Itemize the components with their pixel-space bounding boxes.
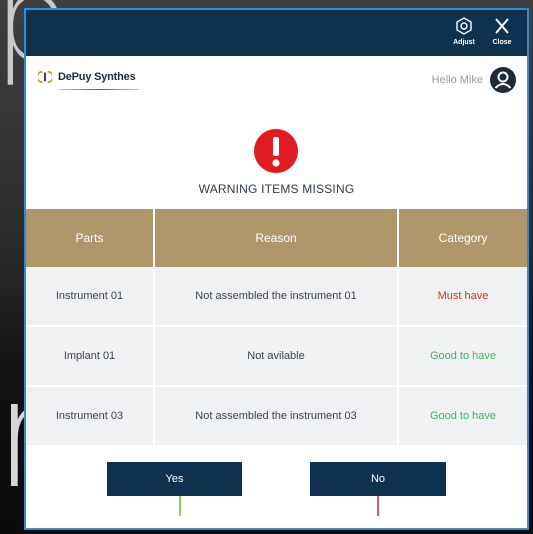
warning-title: WARNING ITEMS MISSING (198, 182, 355, 196)
logo-underline (59, 89, 139, 90)
reason-cell: Not assembled the instrument 01 (154, 267, 399, 327)
dialog-actions: Yes No (26, 447, 527, 516)
user-avatar-icon[interactable] (489, 66, 517, 94)
no-connector-line (377, 496, 379, 516)
column-header-reason: Reason (154, 209, 399, 267)
warning-icon (254, 129, 298, 173)
category-cell: Good to have (398, 326, 527, 387)
brand-row: DePuy Synthes Hello Mike (26, 56, 527, 106)
adjust-icon (456, 17, 472, 35)
dialog-topbar: Adjust Close (26, 10, 527, 56)
adjust-button[interactable]: Adjust (447, 15, 481, 53)
no-button[interactable]: No (310, 462, 446, 496)
table-row: Implant 01 Not avilable Good to have (26, 326, 527, 387)
missing-items-table: Parts Reason Category Instrument 01 Not … (26, 209, 527, 447)
warning-section: WARNING ITEMS MISSING (26, 106, 527, 209)
greeting-text: Hello Mike (431, 74, 483, 86)
part-cell: Instrument 03 (26, 386, 155, 447)
user-greeting[interactable]: Hello Mike (432, 66, 517, 94)
yes-button[interactable]: Yes (107, 462, 242, 496)
reason-cell: Not avilable (154, 326, 399, 387)
part-cell: Instrument 01 (26, 267, 155, 327)
reason-cell: Not assembled the instrument 03 (154, 386, 399, 447)
category-cell: Good to have (398, 386, 527, 447)
column-header-parts: Parts (26, 209, 155, 267)
close-button[interactable]: Close (485, 15, 519, 53)
close-label: Close (492, 39, 512, 46)
logo-icon (38, 70, 52, 84)
table-row: Instrument 01 Not assembled the instrume… (26, 267, 527, 327)
table-header-row: Parts Reason Category (26, 209, 527, 267)
part-cell: Implant 01 (26, 326, 155, 387)
adjust-label: Adjust (453, 39, 475, 46)
yes-connector-line (179, 496, 181, 516)
column-header-category: Category (398, 209, 527, 267)
warning-dialog: Adjust Close DePuy Synthes Hello Mike WA… (24, 8, 529, 530)
category-cell: Must have (398, 267, 527, 327)
company-logo: DePuy Synthes (38, 70, 136, 84)
close-icon (495, 18, 509, 34)
logo-text: DePuy Synthes (58, 71, 136, 83)
table-row: Instrument 03 Not assembled the instrume… (26, 386, 527, 447)
